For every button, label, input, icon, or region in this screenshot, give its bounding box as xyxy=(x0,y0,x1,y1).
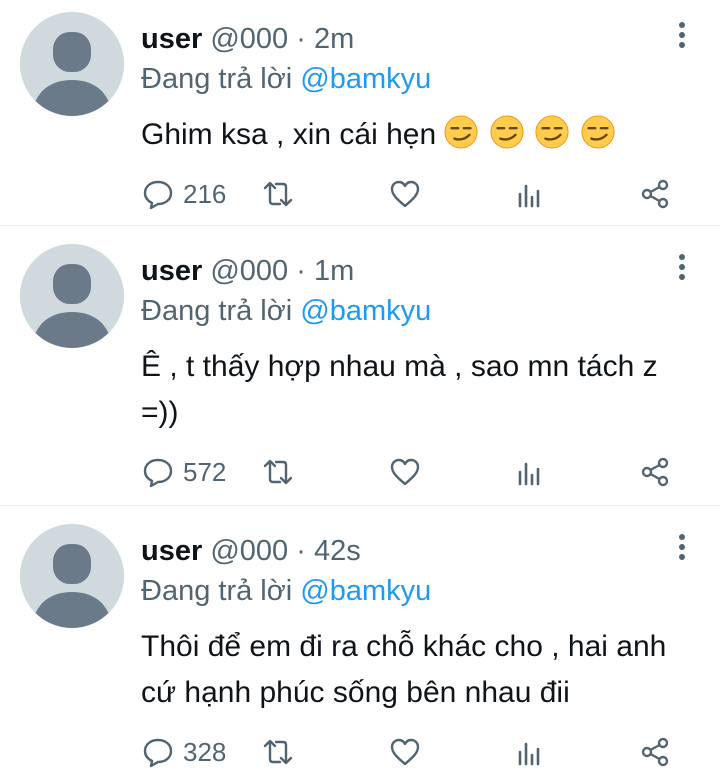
reply-button[interactable]: 572 xyxy=(141,452,226,492)
reply-button[interactable]: 216 xyxy=(141,174,226,214)
like-button[interactable] xyxy=(388,174,422,214)
tweet-header: user @000 · 2m xyxy=(141,20,354,58)
share-button[interactable] xyxy=(638,732,672,770)
reply-prefix: Đang trả lời xyxy=(141,295,293,327)
reply-count: 216 xyxy=(183,178,227,209)
avatar[interactable] xyxy=(20,524,124,628)
user-handle[interactable]: @000 xyxy=(210,535,288,567)
share-button[interactable] xyxy=(638,452,672,492)
heart-icon xyxy=(390,180,420,208)
tweet-header: user @000 · 1m xyxy=(141,252,354,290)
avatar[interactable] xyxy=(20,244,124,348)
replying-to: Đang trả lời @bamkyu xyxy=(141,292,431,330)
smirking-face-emoji-icon xyxy=(444,115,478,149)
separator-dot: · xyxy=(296,255,306,287)
mention-link[interactable]: @bamkyu xyxy=(300,575,431,607)
action-bar: 572 xyxy=(141,452,701,492)
heart-icon xyxy=(390,458,420,486)
bar-chart-icon xyxy=(518,462,540,486)
like-button[interactable] xyxy=(388,452,422,492)
user-handle[interactable]: @000 xyxy=(210,255,288,287)
user-handle[interactable]: @000 xyxy=(210,23,288,55)
speech-bubble-icon xyxy=(143,180,173,210)
mention-link[interactable]: @bamkyu xyxy=(300,63,431,95)
tweet[interactable]: user @000 · 2m Đang trả lời @bamkyu Ghim… xyxy=(0,0,720,226)
tweet-header: user @000 · 42s xyxy=(141,532,361,570)
default-avatar-icon xyxy=(20,524,124,628)
default-avatar-icon xyxy=(20,12,124,116)
views-button[interactable] xyxy=(513,732,547,770)
smirking-face-emoji-icon xyxy=(580,115,615,149)
retweet-icon xyxy=(263,739,293,765)
retweet-icon xyxy=(263,181,293,207)
share-icon xyxy=(641,457,669,487)
separator-dot: · xyxy=(296,535,306,567)
smirking-face-emoji-icon xyxy=(535,115,569,149)
separator-dot: · xyxy=(296,23,306,55)
tweet-text: Ê , t thấy hợp nhau mà , sao mn tách z =… xyxy=(141,350,658,429)
replying-to: Đang trả lời @bamkyu xyxy=(141,572,431,610)
tweet-text-body: Ghim ksa , xin cái hẹn xyxy=(141,118,437,151)
retweet-button[interactable] xyxy=(261,174,295,214)
action-bar: 216 xyxy=(141,174,701,214)
heart-icon xyxy=(390,738,420,766)
share-button[interactable] xyxy=(638,174,672,214)
like-button[interactable] xyxy=(388,732,422,770)
timestamp[interactable]: 2m xyxy=(314,23,354,55)
speech-bubble-icon xyxy=(143,738,173,768)
default-avatar-icon xyxy=(20,244,124,348)
retweet-button[interactable] xyxy=(261,452,295,492)
vertical-dots-icon[interactable] xyxy=(676,534,688,564)
reply-prefix: Đang trả lời xyxy=(141,575,293,607)
mention-link[interactable]: @bamkyu xyxy=(300,295,431,327)
avatar[interactable] xyxy=(20,12,124,116)
views-button[interactable] xyxy=(513,174,547,214)
display-name[interactable]: user xyxy=(141,23,202,55)
smirking-face-emoji-icon xyxy=(490,115,524,149)
tweet-text: Thôi để em đi ra chỗ khác cho , hai anh … xyxy=(141,630,667,709)
bar-chart-icon xyxy=(518,742,540,766)
share-icon xyxy=(641,737,669,767)
reply-prefix: Đang trả lời xyxy=(141,63,293,95)
retweet-icon xyxy=(263,459,293,485)
reply-count: 572 xyxy=(183,456,227,487)
vertical-dots-icon[interactable] xyxy=(676,254,688,284)
reply-button[interactable]: 328 xyxy=(141,732,226,770)
tweet-text: Ghim ksa , xin cái hẹn xyxy=(141,112,686,158)
timestamp[interactable]: 42s xyxy=(314,535,361,567)
tweet-feed: user @000 · 2m Đang trả lời @bamkyu Ghim… xyxy=(0,0,720,770)
timestamp[interactable]: 1m xyxy=(314,255,354,287)
share-icon xyxy=(641,179,669,209)
bar-chart-icon xyxy=(518,184,540,208)
reply-count: 328 xyxy=(183,736,227,767)
replying-to: Đang trả lời @bamkyu xyxy=(141,60,431,98)
emoji-group xyxy=(444,115,617,151)
tweet[interactable]: user @000 · 42s Đang trả lời @bamkyu Thô… xyxy=(0,506,720,770)
display-name[interactable]: user xyxy=(141,255,202,287)
retweet-button[interactable] xyxy=(261,732,295,770)
action-bar: 328 xyxy=(141,732,701,770)
views-button[interactable] xyxy=(513,452,547,492)
speech-bubble-icon xyxy=(143,458,173,488)
vertical-dots-icon[interactable] xyxy=(676,22,688,52)
display-name[interactable]: user xyxy=(141,535,202,567)
tweet[interactable]: user @000 · 1m Đang trả lời @bamkyu Ê , … xyxy=(0,226,720,506)
